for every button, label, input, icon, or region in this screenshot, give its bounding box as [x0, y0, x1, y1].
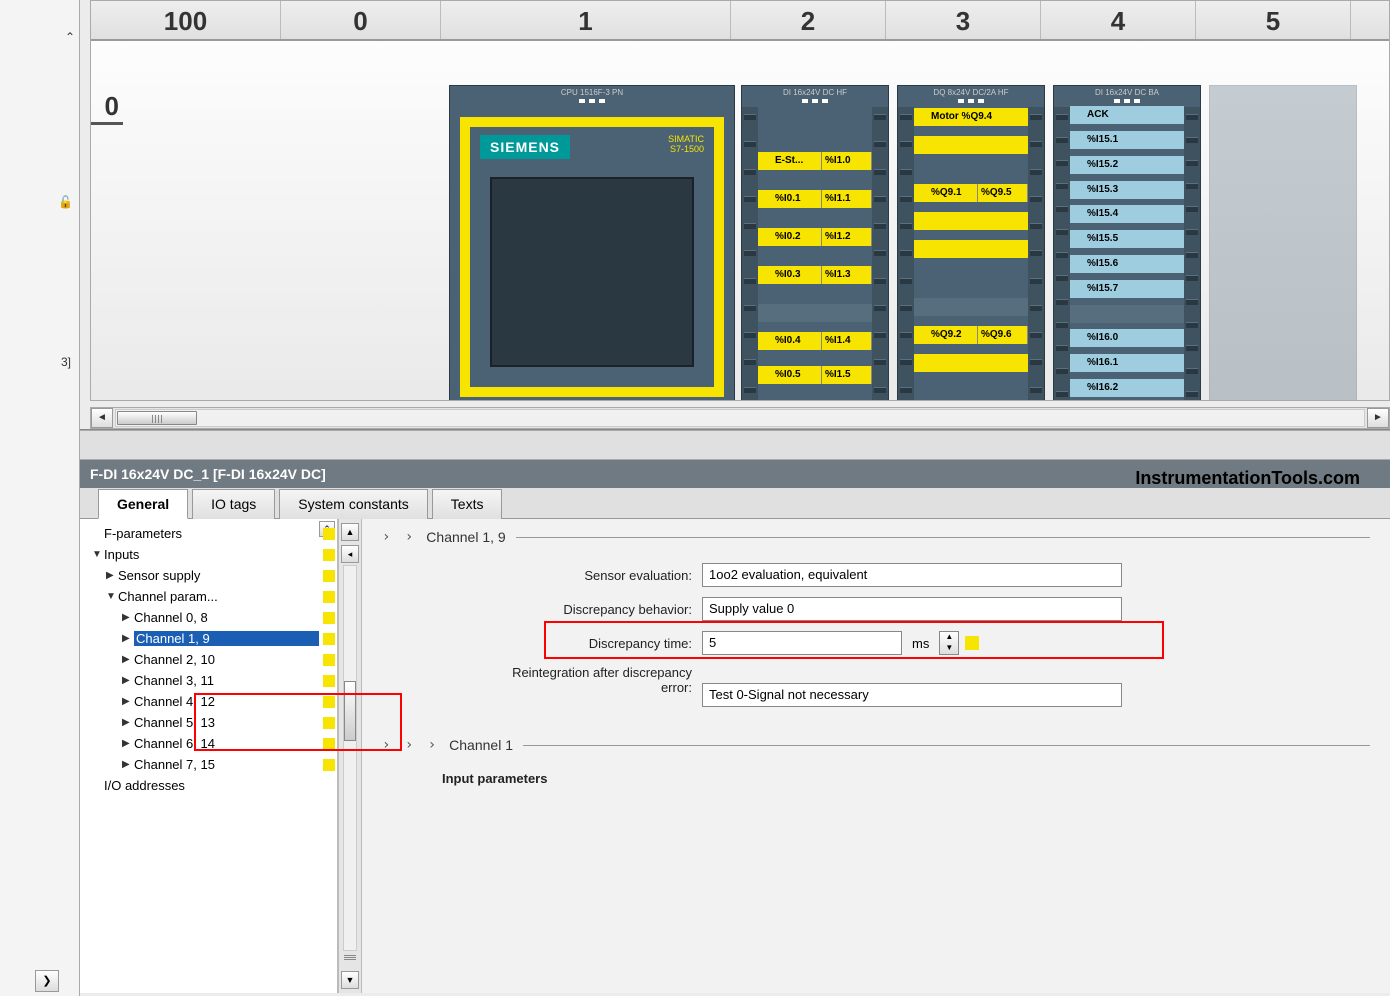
tree-inputs[interactable]: ▼Inputs — [80, 544, 337, 565]
slot3-top-label: DQ 8x24V DC/2A HF — [898, 86, 1044, 99]
module-slot-5[interactable] — [1209, 85, 1357, 401]
tree-channel-3-11[interactable]: ▶Channel 3, 11 — [80, 670, 337, 691]
tab-texts[interactable]: Texts — [432, 489, 503, 519]
io-rail-left — [742, 107, 758, 401]
tab-general[interactable]: General — [98, 489, 188, 519]
slot4-top-label: DI 16x24V DC BA — [1054, 86, 1200, 99]
tree-fragment: 3] — [61, 355, 71, 369]
tree-chevron[interactable]: ⌃ — [65, 30, 75, 44]
slot2-tags: E-St...%I1.0 %I0.1%I1.1 %I0.2%I1.2 %I0.3… — [758, 107, 872, 401]
siemens-logo: SIEMENS — [480, 135, 570, 159]
scroll-track[interactable] — [115, 409, 1365, 427]
cpu-top-label: CPU 1516F-3 PN — [450, 86, 734, 99]
reintegration-value[interactable]: Test 0-Signal not necessary — [702, 683, 1122, 707]
section-channel-1[interactable]: › › › Channel 1 — [382, 737, 1370, 753]
slot2-leds — [742, 99, 888, 107]
discrepancy-behavior-value[interactable]: Supply value 0 — [702, 597, 1122, 621]
tree-io-addresses[interactable]: I/O addresses — [80, 775, 337, 796]
slot-label-4: 4 — [1041, 1, 1196, 39]
rack-viewport[interactable]: 100 0 1 2 3 4 5 0 CPU 1516F-3 PN SIEMENS… — [90, 0, 1390, 401]
properties-nav-tree[interactable]: ⌃ F-parameters ▼Inputs ▶Sensor supply ▼C… — [80, 519, 338, 993]
properties-content: › › Channel 1, 9 Sensor evaluation: 1oo2… — [362, 519, 1390, 993]
properties-tab-bar: General IO tags System constants Texts — [80, 488, 1390, 519]
slot2-top-label: DI 16x24V DC HF — [742, 86, 888, 99]
cpu-face: SIEMENS SIMATIC S7-1500 — [460, 117, 724, 397]
slot3-tags: Motor %Q9.4 %Q9.1%Q9.5 %Q9.2%Q9.6 — [914, 107, 1028, 401]
module-slot-2[interactable]: DI 16x24V DC HF E-St...%I1.0 %I0.1%I1.1 … — [741, 85, 889, 401]
tab-system-constants[interactable]: System constants — [279, 489, 428, 519]
module-slot-3[interactable]: DQ 8x24V DC/2A HF Motor %Q9.4 %Q9.1%Q9.5… — [897, 85, 1045, 401]
splitter-grip-icon[interactable] — [344, 955, 356, 965]
tree-channel-0-8[interactable]: ▶Channel 0, 8 — [80, 607, 337, 628]
module-slot-4[interactable]: DI 16x24V DC BA ACK %I15.1 %I15.2 %I15.3… — [1053, 85, 1201, 401]
cpu-display — [490, 177, 694, 367]
tree-channel-param[interactable]: ▼Channel param... — [80, 586, 337, 607]
section-channel-1-9[interactable]: › › Channel 1, 9 — [382, 529, 1370, 545]
slot-label-3: 3 — [886, 1, 1041, 39]
tree-channel-4-12[interactable]: ▶Channel 4, 12 — [80, 691, 337, 712]
scroll-up-button[interactable]: ▲ — [341, 523, 359, 541]
slot-label-2: 2 — [731, 1, 886, 39]
discrepancy-time-spinner[interactable]: ▲▼ — [939, 631, 959, 655]
discrepancy-time-unit: ms — [908, 636, 933, 651]
cpu-model-label: SIMATIC S7-1500 — [668, 135, 704, 155]
scroll-left-button[interactable]: ◄ — [91, 408, 113, 428]
scroll-right-button[interactable]: ► — [1367, 408, 1389, 428]
rail-row-label: 0 — [91, 91, 123, 125]
safety-mark-icon — [965, 636, 979, 650]
content-vertical-scrollbar[interactable]: ▲ ◂ ▼ — [338, 519, 362, 993]
tree-channel-2-10[interactable]: ▶Channel 2, 10 — [80, 649, 337, 670]
tree-f-parameters[interactable]: F-parameters — [80, 523, 337, 544]
slot-label-0: 0 — [281, 1, 441, 39]
reintegration-label: Reintegration after discrepancy error: — [442, 665, 702, 695]
cpu-leds — [450, 99, 734, 107]
scroll-down-button[interactable]: ▼ — [341, 971, 359, 989]
sensor-evaluation-value[interactable]: 1oo2 evaluation, equivalent — [702, 563, 1122, 587]
tree-channel-7-15[interactable]: ▶Channel 7, 15 — [80, 754, 337, 775]
collapse-sidebar-button[interactable]: ❯ — [35, 970, 59, 992]
watermark-text: InstrumentationTools.com — [1135, 468, 1360, 489]
horizontal-splitter[interactable] — [80, 430, 1390, 460]
io-rail-right — [872, 107, 888, 401]
scroll-small-up-button[interactable]: ◂ — [341, 545, 359, 563]
rack-horizontal-scrollbar[interactable]: ◄ ► — [90, 407, 1390, 429]
module-cpu[interactable]: CPU 1516F-3 PN SIEMENS SIMATIC S7-1500 — [449, 85, 735, 401]
discrepancy-time-value[interactable]: 5 — [702, 631, 902, 655]
hardware-rack-view: 100 0 1 2 3 4 5 0 CPU 1516F-3 PN SIEMENS… — [80, 0, 1390, 430]
slot-label-100: 100 — [91, 1, 281, 39]
rack-slot-header: 100 0 1 2 3 4 5 — [91, 1, 1389, 41]
tree-sensor-supply[interactable]: ▶Sensor supply — [80, 565, 337, 586]
slot4-tags: ACK %I15.1 %I15.2 %I15.3 %I15.4 %I15.5 %… — [1070, 107, 1184, 401]
discrepancy-behavior-label: Discrepancy behavior: — [442, 602, 702, 617]
sensor-evaluation-label: Sensor evaluation: — [442, 568, 702, 583]
properties-panel: F-DI 16x24V DC_1 [F-DI 16x24V DC] Genera… — [80, 460, 1390, 996]
content-scroll-thumb[interactable] — [344, 681, 356, 741]
scroll-thumb[interactable] — [117, 411, 197, 425]
rack-body: 0 CPU 1516F-3 PN SIEMENS SIMATIC S7-1500… — [91, 41, 1389, 401]
slot-label-5: 5 — [1196, 1, 1351, 39]
tree-channel-5-13[interactable]: ▶Channel 5, 13 — [80, 712, 337, 733]
slot-label-1: 1 — [441, 1, 731, 39]
tree-channel-6-14[interactable]: ▶Channel 6, 14 — [80, 733, 337, 754]
discrepancy-time-label: Discrepancy time: — [442, 636, 702, 651]
tree-channel-1-9[interactable]: ▶Channel 1, 9 — [80, 628, 337, 649]
project-tree-edge: ⌃ 🔓 3] — [0, 0, 80, 996]
tab-io-tags[interactable]: IO tags — [192, 489, 275, 519]
input-parameters-heading: Input parameters — [382, 771, 1370, 786]
lock-icon: 🔓 — [58, 195, 73, 209]
